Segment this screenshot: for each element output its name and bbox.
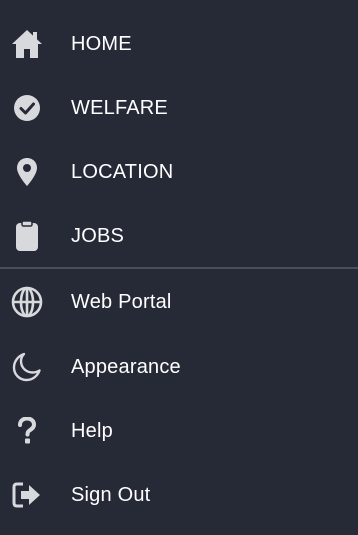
sign-out-icon <box>10 478 44 512</box>
menu-item-location[interactable]: LOCATION <box>0 140 358 204</box>
menu-item-label: Web Portal <box>71 290 172 313</box>
menu-item-help[interactable]: Help <box>0 399 358 463</box>
location-pin-icon <box>10 155 44 189</box>
clipboard-icon <box>10 219 44 253</box>
menu-item-appearance[interactable]: Appearance <box>0 335 358 399</box>
menu-item-web-portal[interactable]: Web Portal <box>0 270 358 334</box>
moon-icon <box>10 350 44 384</box>
menu-item-label: JOBS <box>71 224 125 247</box>
menu-item-label: WELFARE <box>71 96 168 119</box>
menu-item-label: Appearance <box>71 355 181 378</box>
question-mark-icon <box>10 414 44 448</box>
check-circle-icon <box>10 91 44 125</box>
menu-item-home[interactable]: HOME <box>0 12 358 76</box>
menu-item-label: Help <box>71 419 113 442</box>
globe-icon <box>10 285 44 319</box>
menu-item-label: HOME <box>71 32 132 55</box>
menu-item-sign-out[interactable]: Sign Out <box>0 463 358 527</box>
navigation-drawer: HOME WELFARE LOCATION JOBS Web Portal Ap… <box>0 0 358 535</box>
menu-item-jobs[interactable]: JOBS <box>0 204 358 268</box>
menu-item-label: LOCATION <box>71 160 174 183</box>
divider <box>0 267 358 269</box>
menu-item-welfare[interactable]: WELFARE <box>0 76 358 140</box>
home-icon <box>10 27 44 61</box>
menu-item-label: Sign Out <box>71 483 151 506</box>
